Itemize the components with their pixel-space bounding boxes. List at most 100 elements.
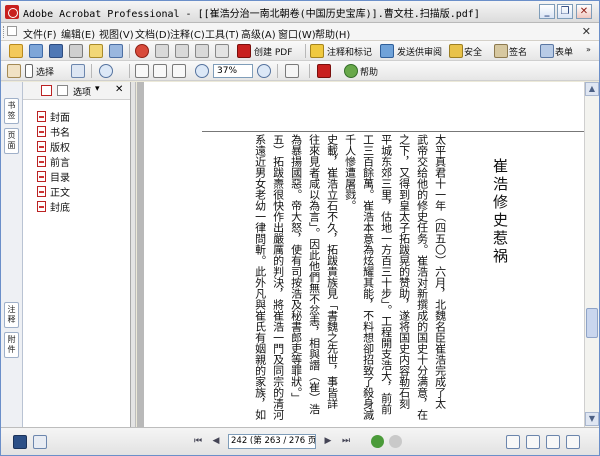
single-page-icon[interactable] (506, 435, 520, 449)
document-view[interactable]: 崔浩修史惹祸 太平真君十一年（四五〇）六月，北魏名臣崔浩完成了太 武帝交给他的修… (137, 82, 584, 427)
menu-view[interactable]: 视图(V) (99, 26, 134, 41)
create-icon[interactable] (29, 44, 43, 58)
create-pdf-button[interactable]: 创建 PDF (254, 45, 292, 58)
chevron-down-icon[interactable]: ▾ (95, 84, 100, 94)
send-review-button[interactable]: 发送供审阅 (397, 45, 442, 58)
scroll-down-icon[interactable]: ▼ (585, 412, 599, 426)
forms-button[interactable]: 表单 (555, 45, 573, 58)
comment-markup-button[interactable]: 注释和标记 (327, 45, 372, 58)
email-icon[interactable] (89, 44, 103, 58)
toolbar-separator (129, 44, 130, 58)
tab-bookmarks[interactable]: 书签 (4, 98, 19, 124)
scroll-up-icon[interactable]: ▲ (585, 82, 599, 96)
tab-comments[interactable]: 注释 (4, 302, 19, 328)
thumbnail-icon[interactable] (33, 435, 47, 449)
page-number-field[interactable]: 242 (第 263 / 276 页) (228, 434, 316, 449)
status-bar: ⏮ ◀ 242 (第 263 / 276 页) ▶ ⏭ (1, 427, 599, 455)
restore-button[interactable]: ❐ (557, 4, 573, 19)
toolbar-separator (277, 64, 278, 78)
comment-icon[interactable] (310, 44, 324, 58)
menu-comments[interactable]: 注释(C) (170, 26, 205, 41)
go-forward-icon[interactable] (389, 435, 402, 448)
fit-width-icon[interactable] (172, 64, 186, 78)
zoom-in-icon[interactable] (257, 64, 271, 78)
print-icon[interactable] (69, 44, 83, 58)
continuous-facing-icon[interactable] (566, 435, 580, 449)
hand-tool-icon[interactable] (7, 64, 21, 78)
document-close-icon[interactable]: ✕ (582, 25, 591, 38)
bookmarks-panel: 选项 ▾ ✕ 封面 书名 版权 前言 目录 正文 封底 (23, 82, 131, 427)
snapshot-icon[interactable] (71, 64, 85, 78)
bookmark-item[interactable]: 正文 (37, 184, 70, 199)
lock-icon[interactable] (449, 44, 463, 58)
last-page-icon[interactable]: ⏭ (339, 435, 353, 448)
menu-window[interactable]: 窗口(W) (278, 26, 316, 41)
menu-tools[interactable]: 工具(T) (205, 26, 239, 41)
select-cursor-icon[interactable] (25, 64, 33, 78)
attach-icon[interactable] (109, 44, 123, 58)
create-pdf-icon[interactable] (237, 44, 251, 58)
open-icon[interactable] (9, 44, 23, 58)
tab-pages[interactable]: 页面 (4, 128, 19, 154)
vertical-scrollbar[interactable]: ▲ ▼ (584, 82, 599, 427)
actual-size-icon[interactable] (135, 64, 149, 78)
bookmark-item[interactable]: 封面 (37, 109, 70, 124)
bookmark-item[interactable]: 目录 (37, 169, 70, 184)
text-column: 武帝交给他的修史任务。崔浩对新撰成的国史十分满意，在 (415, 134, 429, 420)
bookmark-item[interactable]: 前言 (37, 154, 70, 169)
yahoo-icon[interactable] (317, 64, 331, 78)
go-back-icon[interactable] (371, 435, 384, 448)
bookmark-item[interactable]: 封底 (37, 199, 70, 214)
menu-icon[interactable] (7, 26, 17, 39)
find-icon[interactable] (175, 44, 189, 58)
next-page-icon[interactable]: ▶ (321, 435, 335, 448)
save-icon[interactable] (49, 44, 63, 58)
menu-document[interactable]: 文档(D) (135, 26, 171, 41)
menu-edit[interactable]: 编辑(E) (61, 26, 95, 41)
security-button[interactable]: 安全 (464, 45, 482, 58)
panel-close-icon[interactable]: ✕ (115, 84, 123, 95)
forms-icon[interactable] (540, 44, 554, 58)
minimize-button[interactable]: _ (539, 4, 555, 19)
menu-file[interactable]: 文件(F) (23, 26, 57, 41)
menu-grip[interactable] (3, 26, 6, 38)
zoom-level-field[interactable]: 37% (213, 64, 253, 78)
help-icon[interactable] (344, 64, 358, 78)
search-icon[interactable] (155, 44, 169, 58)
bookmark-page-icon (37, 156, 46, 167)
tools-icon[interactable] (215, 44, 229, 58)
pdf-page: 崔浩修史惹祸 太平真君十一年（四五〇）六月，北魏名臣崔浩完成了太 武帝交给他的修… (144, 82, 584, 427)
help-button[interactable]: 帮助 (360, 65, 378, 78)
close-button[interactable]: ✕ (576, 4, 592, 19)
title-bar[interactable]: Adobe Acrobat Professional - [[崔浩分治一南北朝卷… (1, 1, 599, 23)
tab-attachments[interactable]: 附件 (4, 332, 19, 358)
stop-icon[interactable] (135, 44, 149, 58)
bookmark-page-icon (37, 171, 46, 182)
rotate-icon[interactable] (285, 64, 299, 78)
sign-button[interactable]: 签名 (509, 45, 527, 58)
panel-splitter[interactable] (131, 82, 136, 427)
continuous-icon[interactable] (526, 435, 540, 449)
bookmark-label: 封底 (50, 203, 70, 214)
options-menu[interactable]: 选项 (73, 85, 91, 98)
bookmark-item[interactable]: 书名 (37, 124, 70, 139)
previous-page-icon[interactable]: ◀ (209, 435, 223, 448)
zoom-out-icon[interactable] (195, 64, 209, 78)
send-review-icon[interactable] (380, 44, 394, 58)
first-page-icon[interactable]: ⏮ (191, 435, 205, 448)
fit-page-icon[interactable] (153, 64, 167, 78)
page-layout-icon[interactable] (13, 435, 27, 449)
delete-bookmark-icon[interactable] (57, 85, 68, 96)
new-bookmark-icon[interactable] (41, 85, 52, 96)
facing-icon[interactable] (546, 435, 560, 449)
menu-advanced[interactable]: 高级(A) (241, 26, 276, 41)
menu-help[interactable]: 帮助(H) (315, 26, 350, 41)
zoom-icon[interactable] (99, 64, 113, 78)
scroll-thumb[interactable] (586, 308, 598, 338)
select-tool-button[interactable]: 选择 (36, 65, 54, 78)
bookmark-item[interactable]: 版权 (37, 139, 70, 154)
document-icon[interactable] (195, 44, 209, 58)
page-header-rule (202, 131, 584, 132)
toolbar-overflow-icon[interactable]: » (586, 45, 591, 54)
pen-icon[interactable] (494, 44, 508, 58)
